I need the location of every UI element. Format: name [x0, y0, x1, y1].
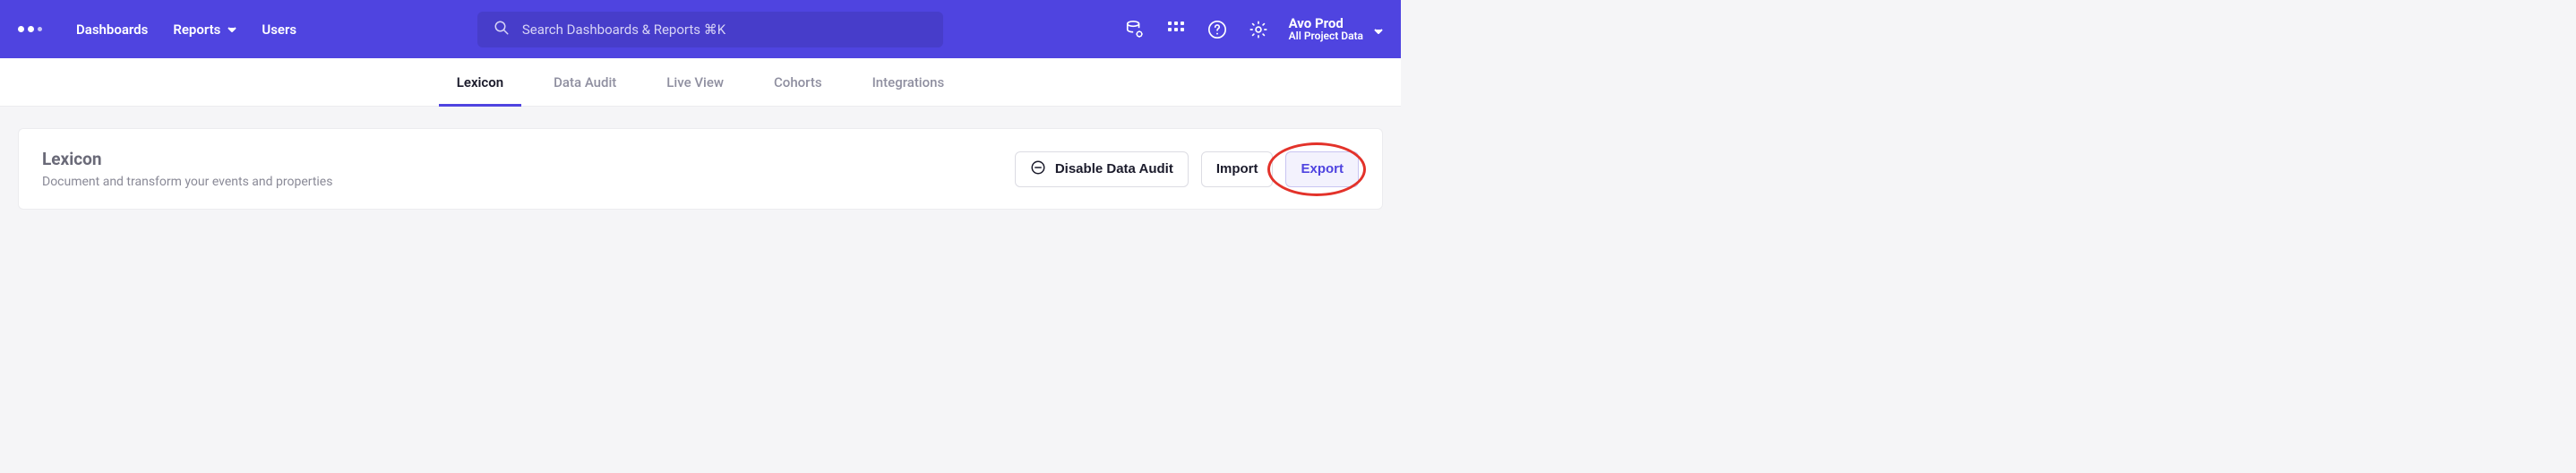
import-label: Import [1216, 161, 1258, 176]
page-subtitle: Document and transform your events and p… [42, 175, 332, 189]
disable-circle-icon [1030, 159, 1046, 179]
page-title: Lexicon [42, 149, 332, 169]
export-button[interactable]: Export [1285, 151, 1359, 187]
disable-data-audit-label: Disable Data Audit [1055, 161, 1173, 176]
panel-titles: Lexicon Document and transform your even… [42, 149, 332, 189]
export-label: Export [1301, 161, 1344, 176]
topbar-left: Dashboards Reports Users [18, 22, 296, 38]
subnav: Lexicon Data Audit Live View Cohorts Int… [0, 58, 1401, 107]
tab-live-view[interactable]: Live View [663, 58, 727, 107]
nav-dashboards[interactable]: Dashboards [76, 22, 148, 38]
more-menu-icon[interactable] [18, 26, 51, 32]
import-button[interactable]: Import [1201, 151, 1274, 187]
apps-grid-icon[interactable] [1165, 19, 1187, 40]
topbar: Dashboards Reports Users Search Dashboar… [0, 0, 1401, 58]
search-placeholder: Search Dashboards & Reports ⌘K [522, 22, 726, 38]
database-settings-icon[interactable] [1124, 19, 1146, 40]
nav-users[interactable]: Users [262, 22, 296, 38]
search-icon [494, 20, 510, 39]
tab-label: Cohorts [774, 74, 822, 90]
project-selector[interactable]: Avo Prod All Project Data [1289, 16, 1383, 43]
gear-icon[interactable] [1248, 19, 1269, 40]
nav-dashboards-label: Dashboards [76, 22, 148, 38]
lexicon-header-panel: Lexicon Document and transform your even… [18, 128, 1383, 210]
chevron-down-icon [228, 27, 236, 32]
tab-label: Data Audit [554, 74, 616, 90]
page-body: Lexicon Document and transform your even… [0, 107, 1401, 231]
search-wrap: Search Dashboards & Reports ⌘K [296, 12, 1123, 47]
tab-lexicon[interactable]: Lexicon [453, 58, 507, 107]
topbar-right: Avo Prod All Project Data [1124, 16, 1383, 43]
help-icon[interactable] [1206, 19, 1228, 40]
panel-actions: Disable Data Audit Import Export [1015, 151, 1359, 187]
tab-label: Integrations [872, 74, 945, 90]
nav-reports-label: Reports [173, 22, 220, 38]
project-name: Avo Prod [1289, 16, 1363, 31]
tab-label: Live View [666, 74, 724, 90]
tab-label: Lexicon [457, 74, 503, 90]
nav-reports[interactable]: Reports [173, 22, 236, 38]
tab-integrations[interactable]: Integrations [869, 58, 949, 107]
chevron-down-icon [1374, 21, 1383, 38]
search-input[interactable]: Search Dashboards & Reports ⌘K [477, 12, 943, 47]
nav-users-label: Users [262, 22, 296, 38]
tab-data-audit[interactable]: Data Audit [550, 58, 620, 107]
tab-cohorts[interactable]: Cohorts [770, 58, 826, 107]
disable-data-audit-button[interactable]: Disable Data Audit [1015, 151, 1189, 187]
project-scope: All Project Data [1289, 30, 1363, 42]
